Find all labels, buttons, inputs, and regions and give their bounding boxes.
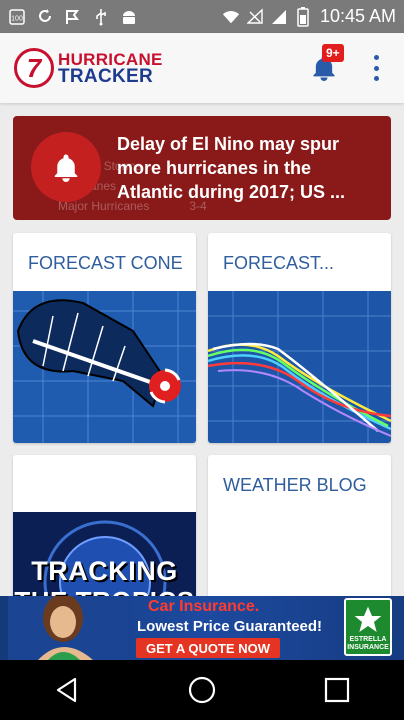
- ad-brand-logo: ESTRELLA INSURANCE: [344, 598, 392, 656]
- ad-headline: Car Insurance.: [148, 598, 260, 615]
- tile-title: WEATHER BLOG: [223, 475, 367, 495]
- status-bar: 100 10:45 AM: [0, 0, 404, 33]
- signal-icon: [270, 8, 288, 26]
- forecast-cone-image: [13, 291, 196, 443]
- sim-100-icon: 100: [8, 8, 26, 26]
- tracking-text: TRACKING: [31, 556, 178, 586]
- status-time: 10:45 AM: [319, 6, 396, 26]
- home-button[interactable]: [172, 660, 232, 720]
- app-bar: 7 HURRICANE TRACKER 9+: [0, 33, 404, 103]
- ad-quote-button[interactable]: GET A QUOTE NOW: [136, 638, 280, 658]
- forecast-models-image: [208, 291, 391, 443]
- tile-forecast-cone[interactable]: FORECAST CONE: [13, 233, 196, 443]
- battery-icon: [294, 6, 312, 27]
- app-logo[interactable]: 7 HURRICANE TRACKER: [14, 48, 163, 88]
- logo-seven-icon: 7: [14, 48, 54, 88]
- notification-badge: 9+: [322, 44, 344, 62]
- usb-icon: [92, 8, 110, 26]
- check-flag-icon: [64, 8, 82, 26]
- logo-line2: TRACKER: [58, 66, 153, 87]
- back-button[interactable]: [37, 660, 97, 720]
- ad-model-image: [8, 596, 128, 660]
- tracking-tropics-image: TRACKING THE TROPICS: [13, 512, 196, 605]
- tile-tracking-tropics[interactable]: TRACKING THE TROPICS: [13, 455, 196, 605]
- news-headline: Delay of El Nino may spur more hurricane…: [117, 134, 346, 202]
- android-icon: [120, 8, 138, 26]
- screen: 100 10:45 AM 7 HURRICANE TRACKER 9+ Stor…: [0, 0, 404, 720]
- recents-button[interactable]: [307, 660, 367, 720]
- tile-forecast-models[interactable]: FORECAST...: [208, 233, 391, 443]
- ad-banner[interactable]: Car Insurance. Lowest Price Guaranteed! …: [0, 596, 404, 660]
- news-banner[interactable]: Tropical Storms Hurricanes Major Hurrica…: [13, 116, 391, 220]
- system-nav-bar: [0, 660, 404, 720]
- recents-icon: [324, 677, 349, 703]
- sync-icon: [36, 8, 54, 26]
- tile-title: FORECAST...: [223, 253, 335, 273]
- tile-title: FORECAST CONE: [28, 253, 183, 273]
- no-signal-icon: [246, 7, 264, 26]
- svg-text:100: 100: [11, 15, 23, 22]
- wifi-icon: [222, 8, 240, 26]
- tile-weather-blog[interactable]: WEATHER BLOG: [208, 455, 391, 605]
- ad-subheadline: Lowest Price Guaranteed!: [137, 618, 323, 635]
- news-bell-icon: [31, 132, 101, 202]
- back-icon: [57, 677, 77, 703]
- home-icon: [188, 676, 216, 704]
- star-icon: [354, 606, 382, 632]
- overflow-menu-button[interactable]: [366, 55, 386, 81]
